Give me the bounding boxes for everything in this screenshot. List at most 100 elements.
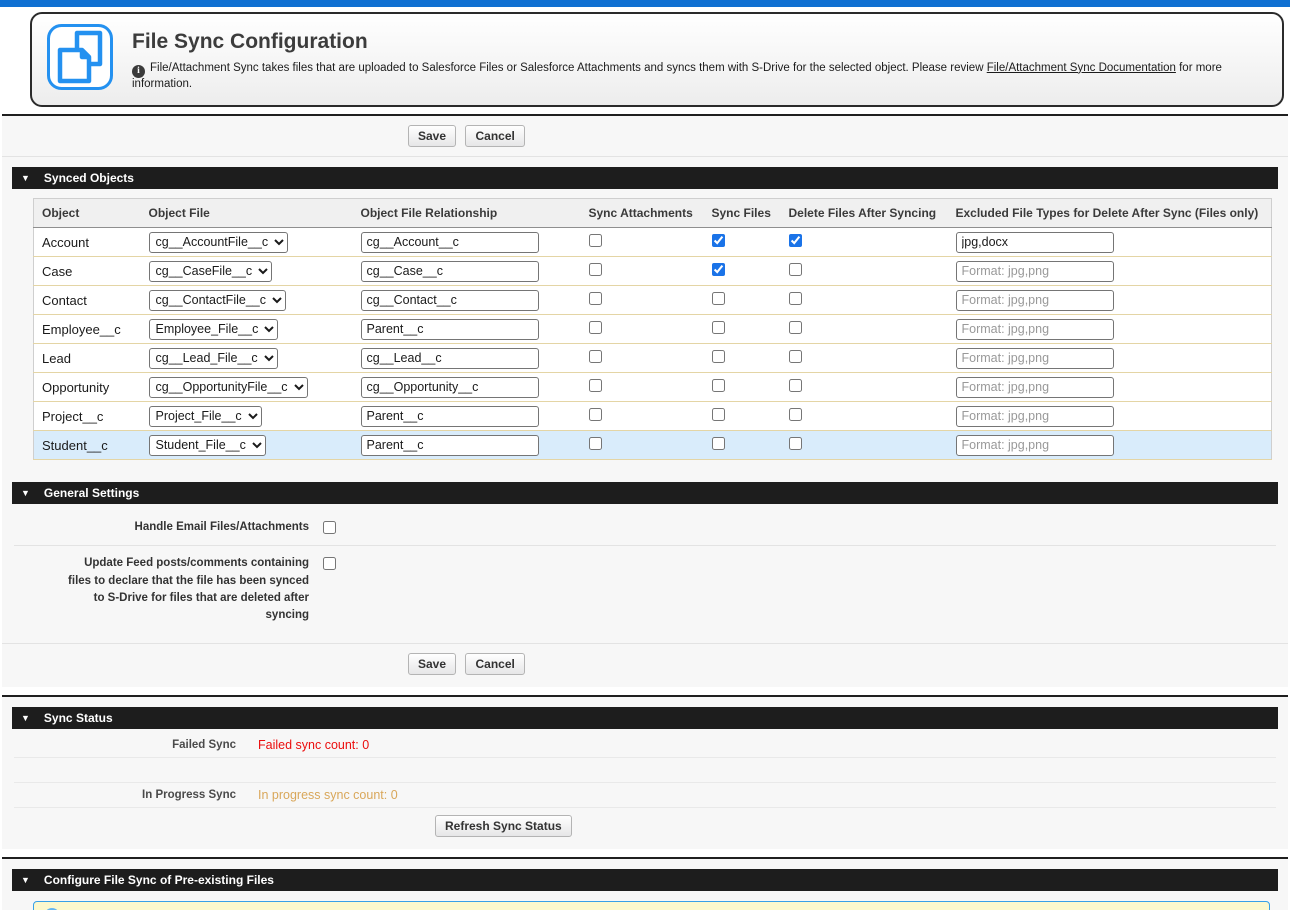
sync-files-checkbox[interactable] (712, 437, 725, 450)
save-button[interactable]: Save (408, 125, 456, 147)
cancel-button[interactable]: Cancel (465, 653, 524, 675)
object-name-cell: Lead (34, 344, 141, 373)
object-file-relationship-input[interactable] (361, 348, 539, 369)
excluded-file-types-input[interactable] (956, 348, 1114, 369)
collapse-triangle-icon[interactable]: ▼ (21, 173, 30, 183)
column-header-object: Object (34, 199, 141, 228)
sync-attachments-checkbox[interactable] (589, 263, 602, 276)
excluded-file-types-input[interactable] (956, 319, 1114, 340)
delete-after-syncing-checkbox[interactable] (789, 234, 802, 247)
synced-object-row: Lead cg__Lead_File__c (34, 344, 1272, 373)
save-button[interactable]: Save (408, 653, 456, 675)
sync-attachments-checkbox[interactable] (589, 437, 602, 450)
synced-object-row: Employee__c Employee_File__c (34, 315, 1272, 344)
synced-object-row: Opportunitycg__OpportunityFile__c (34, 373, 1272, 402)
collapse-triangle-icon[interactable]: ▼ (21, 488, 30, 498)
spacer-row (14, 758, 1276, 783)
object-file-select[interactable]: cg__OpportunityFile__c (149, 377, 308, 398)
column-header-sync-files: Sync Files (704, 199, 781, 228)
refresh-row: Refresh Sync Status (2, 808, 1288, 849)
object-file-relationship-input[interactable] (361, 290, 539, 311)
object-file-select[interactable]: cg__ContactFile__c (149, 290, 286, 311)
in-progress-sync-count: In progress sync count: 0 (258, 788, 398, 802)
sync-files-checkbox[interactable] (712, 408, 725, 421)
section-header-synced-objects[interactable]: ▼ Synced Objects (12, 167, 1278, 189)
info-icon: i (132, 65, 145, 78)
object-name-cell: Project__c (34, 402, 141, 431)
sync-files-checkbox[interactable] (712, 379, 725, 392)
excluded-file-types-input[interactable] (956, 232, 1114, 253)
sync-attachments-checkbox[interactable] (589, 321, 602, 334)
refresh-sync-status-button[interactable]: Refresh Sync Status (435, 815, 572, 837)
setting-label: Handle Email Files/Attachments (59, 519, 309, 536)
column-header-relationship: Object File Relationship (353, 199, 581, 228)
sync-attachments-checkbox[interactable] (589, 408, 602, 421)
object-file-select[interactable]: Student_File__c (149, 435, 266, 456)
main-config-panel: Save Cancel ▼ Synced Objects Object Obje… (2, 114, 1288, 687)
excluded-file-types-input[interactable] (956, 261, 1114, 282)
page-header: File Sync Configuration i File/Attachment… (30, 12, 1284, 107)
object-file-relationship-input[interactable] (361, 261, 539, 282)
setting-label: Update Feed posts/comments containing fi… (59, 555, 309, 624)
sync-files-checkbox[interactable] (712, 263, 725, 276)
object-file-relationship-input[interactable] (361, 377, 539, 398)
delete-after-syncing-checkbox[interactable] (789, 321, 802, 334)
description-text: File/Attachment Sync takes files that ar… (150, 62, 987, 74)
object-file-relationship-input[interactable] (361, 232, 539, 253)
column-header-sync-attachments: Sync Attachments (581, 199, 704, 228)
sync-files-checkbox[interactable] (712, 350, 725, 363)
object-file-select[interactable]: Project_File__c (149, 406, 262, 427)
delete-after-syncing-checkbox[interactable] (789, 437, 802, 450)
delete-after-syncing-checkbox[interactable] (789, 350, 802, 363)
sync-attachments-checkbox[interactable] (589, 350, 602, 363)
collapse-triangle-icon[interactable]: ▼ (21, 875, 30, 885)
object-file-select[interactable]: cg__CaseFile__c (149, 261, 272, 282)
object-name-cell: Case (34, 257, 141, 286)
page-description: i File/Attachment Sync takes files that a… (132, 62, 1268, 90)
sync-files-checkbox[interactable] (712, 292, 725, 305)
excluded-file-types-input[interactable] (956, 435, 1114, 456)
sync-attachments-checkbox[interactable] (589, 234, 602, 247)
cancel-button[interactable]: Cancel (465, 125, 524, 147)
page-title: File Sync Configuration (132, 30, 1268, 54)
section-title: Sync Status (44, 711, 113, 725)
section-header-general-settings[interactable]: ▼ General Settings (12, 482, 1278, 504)
handle-email-checkbox[interactable] (323, 521, 336, 534)
sync-attachments-checkbox[interactable] (589, 379, 602, 392)
object-file-relationship-input[interactable] (361, 435, 539, 456)
excluded-file-types-input[interactable] (956, 290, 1114, 311)
sync-files-checkbox[interactable] (712, 234, 725, 247)
object-file-select[interactable]: cg__AccountFile__c (149, 232, 288, 253)
delete-after-syncing-checkbox[interactable] (789, 292, 802, 305)
synced-object-row: Student__c Student_File__c (34, 431, 1272, 460)
delete-after-syncing-checkbox[interactable] (789, 263, 802, 276)
object-name-cell: Student__c (34, 431, 141, 460)
sync-files-checkbox[interactable] (712, 321, 725, 334)
update-feed-checkbox[interactable] (323, 557, 336, 570)
synced-object-row: Accountcg__AccountFile__c (34, 228, 1272, 257)
failed-sync-count: Failed sync count: 0 (258, 738, 369, 752)
excluded-file-types-input[interactable] (956, 377, 1114, 398)
section-header-sync-status[interactable]: ▼ Sync Status (12, 707, 1278, 729)
sync-status-panel: ▼ Sync Status Failed Sync Failed sync co… (2, 695, 1288, 849)
delete-after-syncing-checkbox[interactable] (789, 408, 802, 421)
synced-objects-body: Accountcg__AccountFile__cCase cg__CaseFil… (34, 228, 1272, 460)
object-file-select[interactable]: cg__Lead_File__c (149, 348, 278, 369)
sync-attachments-checkbox[interactable] (589, 292, 602, 305)
object-name-cell: Employee__c (34, 315, 141, 344)
collapse-triangle-icon[interactable]: ▼ (21, 713, 30, 723)
object-file-relationship-input[interactable] (361, 319, 539, 340)
delete-after-syncing-checkbox[interactable] (789, 379, 802, 392)
synced-object-row: Project__c Project_File__c (34, 402, 1272, 431)
excluded-file-types-input[interactable] (956, 406, 1114, 427)
info-banner: i If you already attached some files to … (33, 901, 1270, 910)
in-progress-sync-row: In Progress Sync In progress sync count:… (14, 783, 1276, 808)
object-file-select[interactable]: Employee_File__c (149, 319, 278, 340)
column-header-object-file: Object File (141, 199, 353, 228)
failed-sync-label: Failed Sync (14, 739, 236, 751)
file-sync-pages-icon (46, 23, 114, 96)
top-button-row: Save Cancel (2, 116, 1288, 157)
documentation-link[interactable]: File/Attachment Sync Documentation (987, 62, 1176, 74)
object-file-relationship-input[interactable] (361, 406, 539, 427)
section-header-preexisting[interactable]: ▼ Configure File Sync of Pre-existing Fi… (12, 869, 1278, 891)
